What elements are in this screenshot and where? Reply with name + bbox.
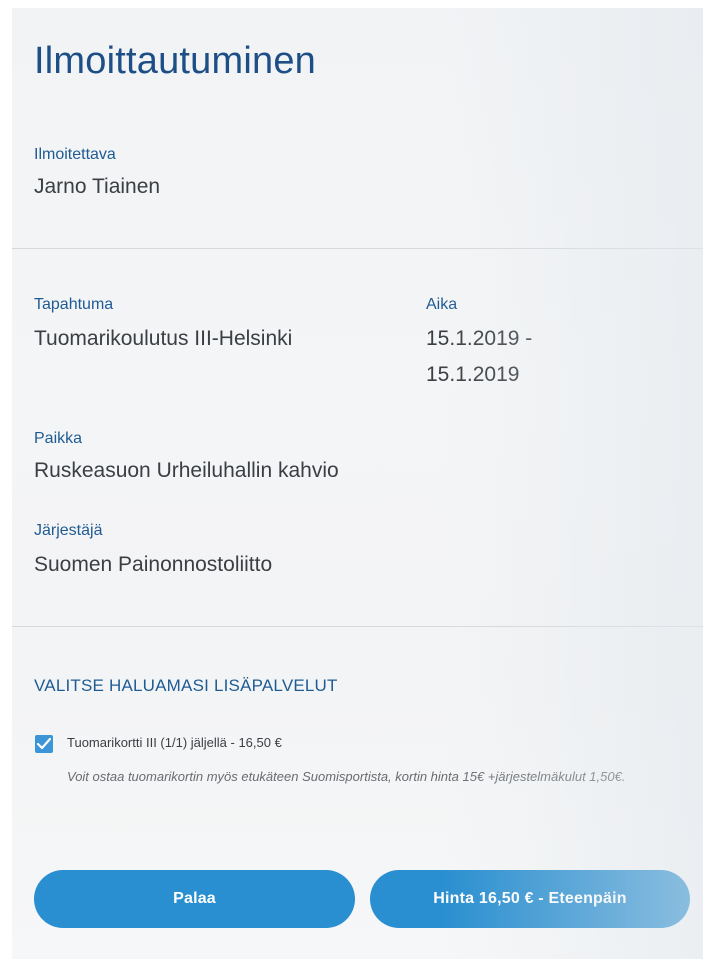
time-label: Aika (426, 296, 458, 313)
next-button[interactable]: Hinta 16,50 € - Eteenpäin (370, 870, 690, 928)
event-label: Tapahtuma (34, 296, 114, 313)
divider (12, 626, 703, 627)
extras-heading: VALITSE HALUAMASI LISÄPALVELUT (34, 676, 338, 695)
checkmark-icon (37, 738, 51, 750)
time-end: 15.1.2019 (426, 363, 520, 386)
organizer-value: Suomen Painonnostoliitto (34, 553, 273, 576)
place-label: Paikka (34, 430, 83, 447)
registrant-name: Jarno Tiainen (34, 175, 161, 198)
event-name: Tuomarikoulutus III-Helsinki (34, 327, 293, 350)
registration-panel: Ilmoittautuminen Ilmoitettava Jarno Tiai… (12, 8, 703, 959)
place-value: Ruskeasuon Urheiluhallin kahvio (34, 459, 339, 482)
extra-service-label[interactable]: Tuomarikortti III (1/1) jäljellä - 16,50… (67, 735, 282, 750)
extra-service-checkbox[interactable] (35, 735, 53, 753)
page-title: Ilmoittautuminen (34, 40, 317, 82)
organizer-label: Järjestäjä (34, 522, 103, 539)
time-start: 15.1.2019 - (426, 327, 533, 350)
extra-service-note: Voit ostaa tuomarikortin myös etukäteen … (67, 769, 626, 784)
back-button[interactable]: Palaa (34, 870, 355, 928)
registrant-label: Ilmoitettava (34, 146, 116, 163)
divider (12, 248, 703, 249)
